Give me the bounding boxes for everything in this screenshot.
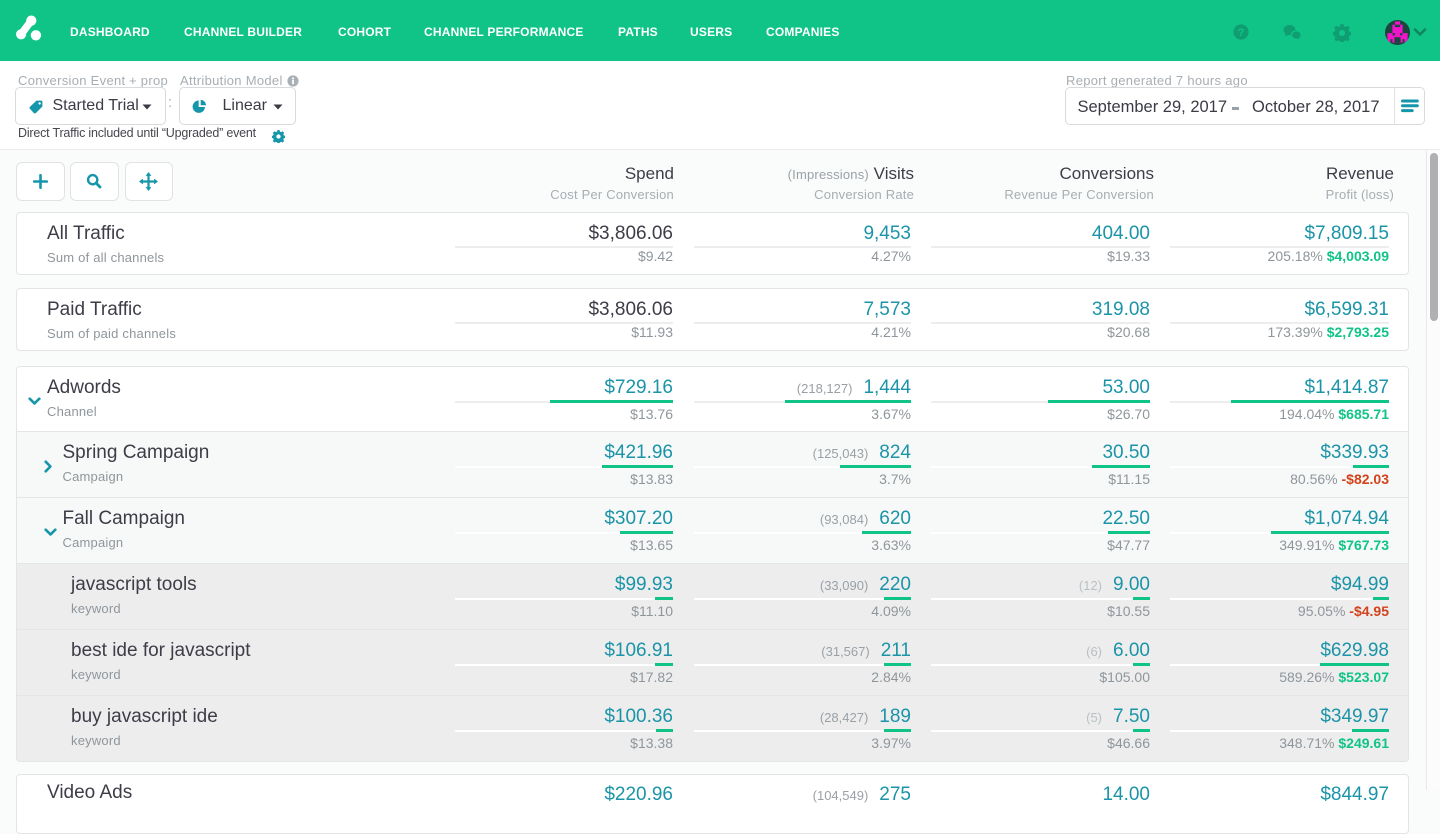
svg-text:?: ? — [1238, 27, 1245, 39]
